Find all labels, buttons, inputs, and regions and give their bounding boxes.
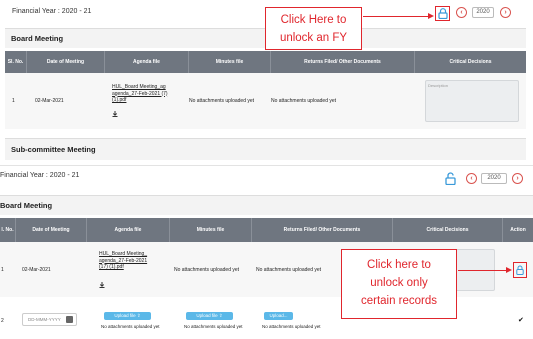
header-sl: l. No.	[0, 218, 16, 242]
returns-note: No attachments uploaded yet	[256, 267, 322, 273]
row-date: 02-Mar-2021	[35, 98, 64, 104]
arrow-head	[428, 13, 434, 19]
upload-returns-button[interactable]: Upload...	[264, 312, 293, 320]
agenda-file-link[interactable]: HUL_Board Meeting_ag agenda_27-Feb-2021 …	[112, 84, 192, 104]
agenda-note: No attachments uploaded yet	[101, 324, 160, 329]
arrow-to-lock	[363, 16, 431, 17]
upload-minutes-button[interactable]: Upload file ⇪	[186, 312, 233, 320]
header-action: Action	[510, 227, 526, 233]
header-sl: Sl. No.	[5, 51, 27, 73]
header-returns: Returns Filed/ Other Documents	[252, 218, 393, 242]
header-critical: Critical Decisions	[393, 218, 503, 242]
lock-icon[interactable]	[516, 265, 524, 275]
year-input[interactable]: 2020	[472, 7, 494, 18]
callout-unlock-fy: Click Here to unlock an FY	[265, 7, 362, 50]
lock-icon[interactable]	[438, 8, 448, 19]
next-year-button-bottom[interactable]: ›	[512, 173, 523, 184]
callout-unlock-records: Click here to unlock only certain record…	[341, 249, 457, 319]
prev-year-button[interactable]: ‹	[456, 7, 467, 18]
header-agenda: Agenda file	[105, 51, 189, 73]
row-sl: 1	[12, 98, 15, 104]
arrow-head	[506, 267, 512, 273]
prev-year-button-bottom[interactable]: ‹	[466, 173, 477, 184]
row-sl: 2	[1, 318, 4, 324]
header-minutes: Minutes file	[170, 218, 252, 242]
calendar-icon[interactable]	[66, 316, 73, 323]
board-meeting-heading-bottom: Board Meeting	[0, 195, 533, 215]
upload-agenda-button[interactable]: Upload file ⇪	[104, 312, 151, 320]
header-minutes: Minutes file	[189, 51, 271, 73]
download-icon[interactable]	[99, 282, 105, 288]
year-input-bottom[interactable]: 2020	[481, 173, 507, 184]
table-header-top: Sl. No. Date of Meeting Agenda file Minu…	[5, 51, 526, 73]
row-sl: 1	[1, 267, 4, 273]
minutes-note: No attachments uploaded yet	[184, 324, 243, 329]
critical-decisions-input[interactable]: Description	[425, 80, 519, 122]
row-date: 02-Mar-2021	[22, 267, 51, 273]
date-placeholder: DD-MMM-YYYY	[28, 317, 61, 322]
fy-label-bottom: Financial Year : 2020 - 21	[0, 172, 80, 179]
check-icon[interactable]: ✔	[518, 316, 524, 324]
agenda-file-link[interactable]: HUL_Board Meeting_ agenda_27-Feb-2021 (1…	[99, 251, 167, 271]
minutes-note: No attachments uploaded yet	[174, 267, 240, 273]
header-date: Date of Meeting	[27, 51, 105, 73]
header-returns: Returns Filed/ Other Documents	[271, 51, 415, 73]
fy-label-top: Financial Year : 2020 - 21	[12, 8, 92, 15]
arrow-to-row-lock	[458, 270, 508, 271]
upload-icon: ⇪	[218, 313, 223, 318]
subcommittee-heading: Sub-committee Meeting	[5, 138, 526, 160]
upload-icon: ⇪	[136, 313, 141, 318]
table-header-bottom: l. No. Date of Meeting Agenda file Minut…	[0, 218, 533, 242]
minutes-note: No attachments uploaded yet	[189, 98, 255, 104]
download-icon[interactable]	[112, 111, 118, 117]
panel-divider	[0, 165, 533, 166]
header-critical: Critical Decisions	[449, 59, 492, 65]
header-date: Date of Meeting	[16, 218, 87, 242]
returns-note: No attachments uploaded yet	[271, 98, 337, 104]
unlock-icon[interactable]	[445, 172, 456, 185]
returns-note: No attachments uploaded yet	[262, 324, 321, 329]
next-year-button[interactable]: ›	[500, 7, 511, 18]
header-agenda: Agenda file	[87, 218, 170, 242]
